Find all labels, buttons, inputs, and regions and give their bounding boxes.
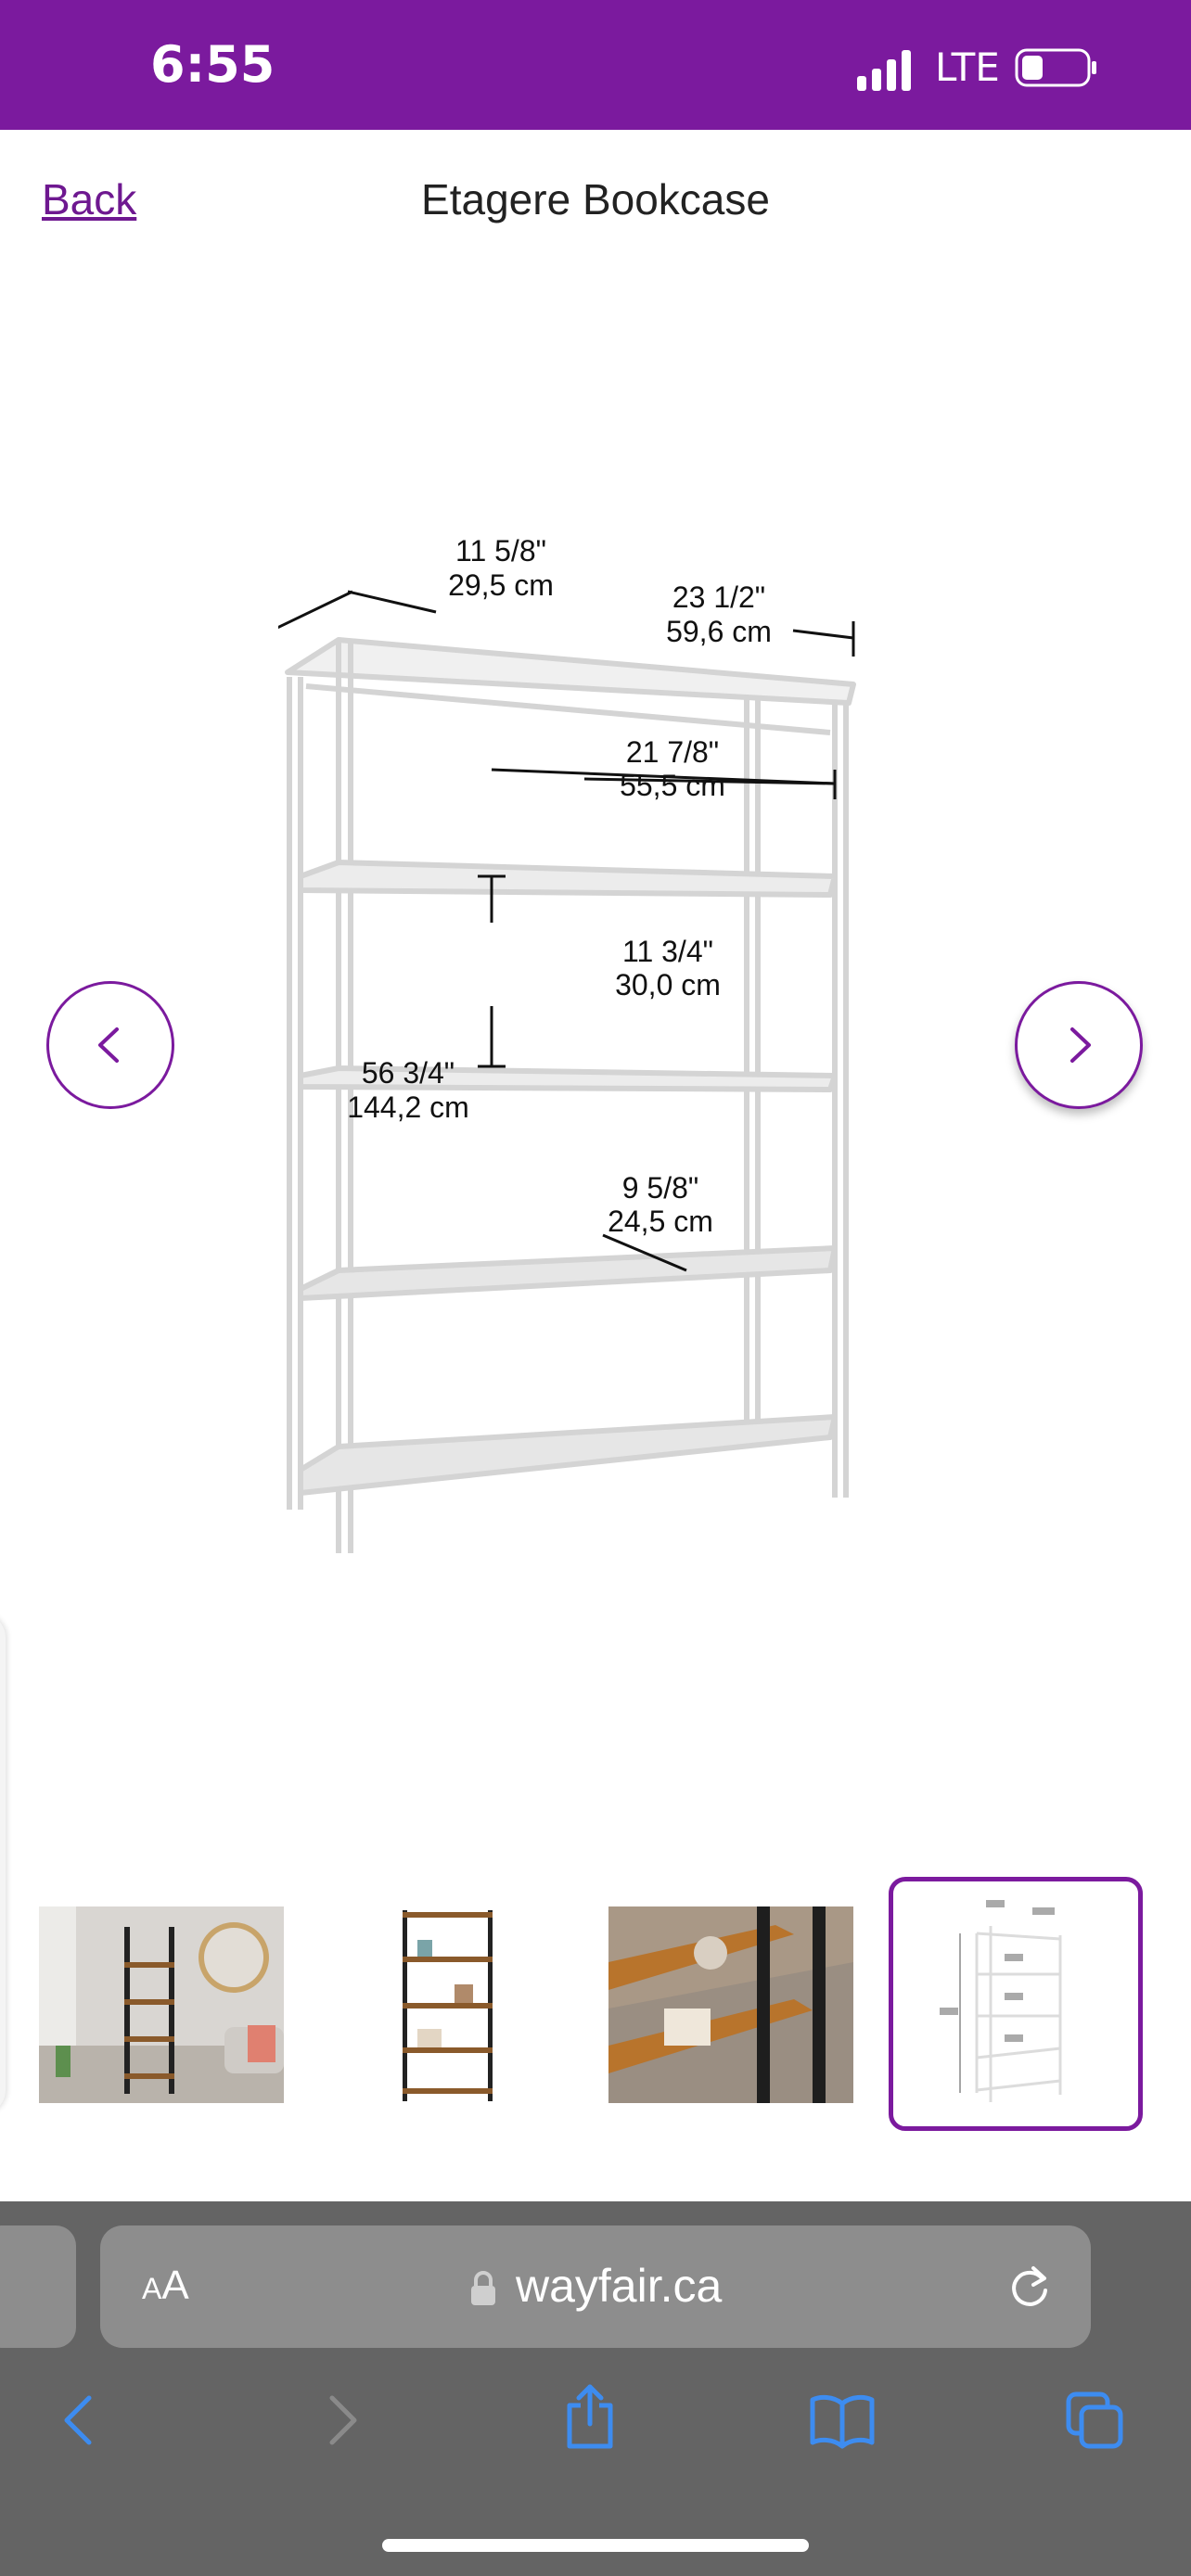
- signal-icon: [857, 50, 911, 91]
- dim-depth-in: 11 5/8": [455, 534, 546, 567]
- status-time: 6:55: [150, 35, 275, 94]
- text-size-button[interactable]: AA: [142, 2263, 189, 2309]
- dim-width-cm: 59,6 cm: [666, 615, 772, 648]
- reload-icon[interactable]: [1005, 2263, 1054, 2311]
- url-text[interactable]: wayfair.ca: [516, 2259, 722, 2313]
- lock-icon: [471, 2271, 495, 2305]
- dim-inner-width-in: 21 7/8": [626, 735, 719, 769]
- battery-icon: [1015, 48, 1096, 87]
- tabs-icon[interactable]: [1065, 2391, 1124, 2450]
- dim-depth-cm: 29,5 cm: [448, 568, 554, 602]
- home-indicator[interactable]: [382, 2539, 809, 2552]
- dim-shelf-depth-in: 9 5/8": [622, 1171, 699, 1205]
- previous-image-button[interactable]: [46, 981, 174, 1109]
- thumbnail-dimensions-image: [940, 1900, 1062, 2102]
- dim-height-cm: 144,2 cm: [347, 1090, 469, 1124]
- chevron-left-icon: [98, 1027, 119, 1063]
- thumbnail-dimensions-selected[interactable]: [889, 1877, 1143, 2131]
- dim-height-in: 56 3/4": [362, 1056, 455, 1090]
- thumbnail-room-scene[interactable]: [39, 1906, 284, 2103]
- dim-shelf-gap-in: 11 3/4": [622, 935, 713, 968]
- dim-width-in: 23 1/2": [672, 580, 765, 614]
- text-size-small-label: A: [142, 2272, 162, 2305]
- side-panel-edge[interactable]: [0, 1613, 6, 2114]
- previous-tab-peek[interactable]: [0, 2225, 76, 2348]
- dim-shelf-gap-cm: 30,0 cm: [615, 968, 721, 1001]
- network-label: LTE: [935, 45, 1000, 90]
- dim-inner-width-cm: 55,5 cm: [620, 769, 725, 802]
- thumbnail-product-front[interactable]: [325, 1906, 570, 2103]
- next-image-button[interactable]: [1015, 981, 1143, 1109]
- share-icon[interactable]: [560, 2383, 620, 2450]
- browser-back-icon[interactable]: [52, 2391, 111, 2450]
- bookmarks-icon[interactable]: [809, 2391, 876, 2450]
- page-title: Etagere Bookcase: [421, 175, 770, 223]
- text-size-large-label: A: [161, 2263, 189, 2308]
- product-dimension-image: 11 5/8" 29,5 cm 23 1/2" 59,6 cm 21 7/8" …: [278, 534, 856, 1553]
- dim-shelf-depth-cm: 24,5 cm: [608, 1205, 713, 1238]
- status-bar: 6:55 LTE: [0, 0, 1191, 130]
- thumbnail-shelf-closeup[interactable]: [608, 1906, 853, 2103]
- chevron-right-icon: [1070, 1027, 1091, 1063]
- browser-forward-icon[interactable]: [310, 2391, 369, 2450]
